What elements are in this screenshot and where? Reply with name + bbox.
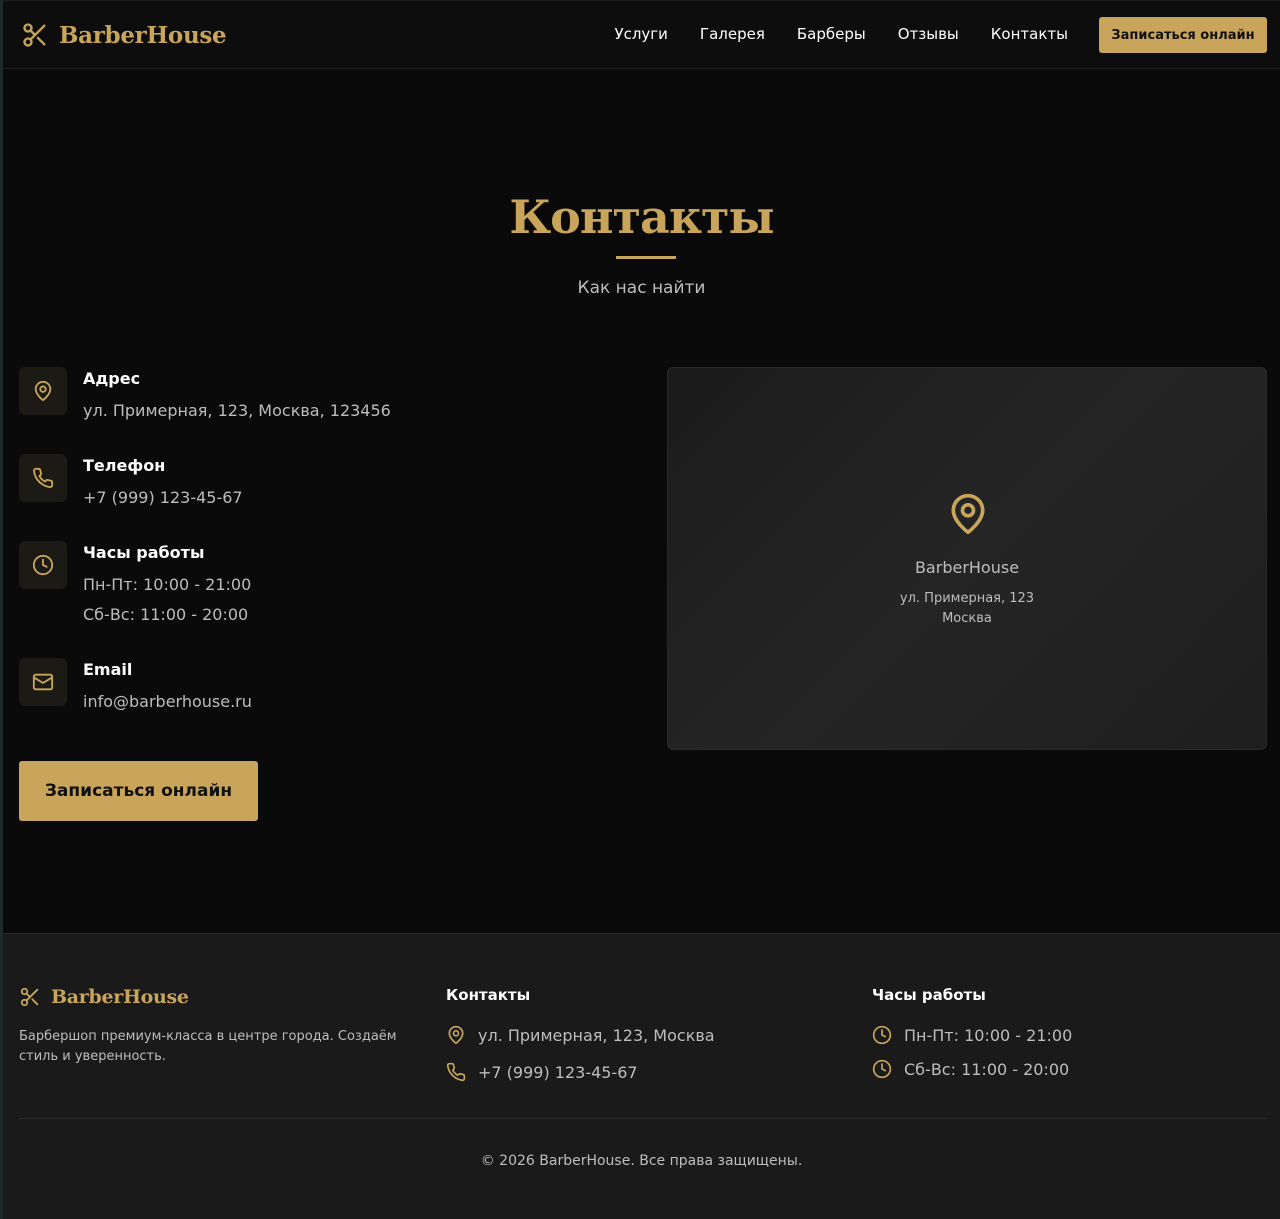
footer-logo-text: BarberHouse bbox=[51, 986, 189, 1008]
footer-phone-row: +7 (999) 123-45-67 bbox=[446, 1061, 715, 1083]
footer-contacts-title: Контакты bbox=[446, 986, 531, 1004]
footer-address: ул. Примерная, 123, Москва bbox=[478, 1025, 715, 1045]
email-value[interactable]: info@barberhouse.ru bbox=[83, 687, 252, 717]
map-address: ул. Примерная, 123 Москва bbox=[668, 589, 1266, 629]
footer-logo[interactable]: BarberHouse bbox=[19, 986, 189, 1008]
map-city: Москва bbox=[942, 611, 992, 626]
footer-address-row: ул. Примерная, 123, Москва bbox=[446, 1024, 715, 1046]
map-business-name: BarberHouse bbox=[914, 558, 1020, 577]
phone-icon bbox=[446, 1062, 466, 1082]
footer-hours-title: Часы работы bbox=[872, 986, 986, 1004]
scissors-icon bbox=[20, 987, 39, 1007]
map-pin-icon bbox=[951, 493, 985, 535]
footer-weekdays-row: Пн-Пт: 10:00 - 21:00 bbox=[872, 1024, 1072, 1046]
main-nav: Услуги Галерея Барберы Отзывы Контакты bbox=[614, 25, 1068, 43]
phone-label: Телефон bbox=[83, 456, 166, 475]
copyright: © 2026 BarberHouse. Все права защищены. bbox=[480, 1153, 803, 1169]
contact-address: Адрес ул. Примерная, 123, Москва, 123456 bbox=[19, 367, 391, 426]
contact-email: Email info@barberhouse.ru bbox=[19, 658, 252, 717]
book-online-header-button[interactable]: Записаться онлайн bbox=[1099, 17, 1267, 53]
footer-divider bbox=[19, 1118, 1267, 1119]
footer-weekdays: Пн-Пт: 10:00 - 21:00 bbox=[904, 1025, 1073, 1045]
nav-item-reviews[interactable]: Отзывы bbox=[898, 25, 959, 43]
nav-item-gallery[interactable]: Галерея bbox=[700, 25, 765, 43]
address-label: Адрес bbox=[83, 369, 141, 388]
nav-item-contacts[interactable]: Контакты bbox=[991, 25, 1068, 43]
page-subtitle: Как нас найти bbox=[577, 278, 706, 298]
site-header: BarberHouse Услуги Галерея Барберы Отзыв… bbox=[3, 0, 1280, 69]
phone-icon-box bbox=[19, 454, 67, 502]
footer-description: Барбершоп премиум-класса в центре города… bbox=[19, 1029, 397, 1064]
site-footer: BarberHouse Барбершоп премиум-класса в ц… bbox=[3, 933, 1280, 1219]
hours-weekdays: Пн-Пт: 10:00 - 21:00 bbox=[83, 575, 252, 594]
footer-phone[interactable]: +7 (999) 123-45-67 bbox=[478, 1063, 638, 1082]
book-online-button[interactable]: Записаться онлайн bbox=[19, 761, 258, 821]
footer-hours: Часы работы Пн-Пт: 10:00 - 21:00 Сб-Вс: … bbox=[872, 986, 1072, 1080]
email-icon-box bbox=[19, 658, 67, 706]
map-placeholder[interactable]: BarberHouse ул. Примерная, 123 Москва bbox=[667, 367, 1267, 750]
nav-item-barbers[interactable]: Барберы bbox=[797, 25, 866, 43]
clock-icon bbox=[872, 1025, 892, 1045]
phone-icon bbox=[33, 467, 54, 489]
email-label: Email bbox=[83, 660, 133, 679]
mail-icon bbox=[32, 673, 54, 691]
footer-weekend-row: Сб-Вс: 11:00 - 20:00 bbox=[872, 1058, 1072, 1080]
nav-item-services[interactable]: Услуги bbox=[614, 25, 667, 43]
footer-contacts: Контакты ул. Примерная, 123, Москва +7 (… bbox=[446, 986, 715, 1083]
map-pin-icon bbox=[448, 1025, 464, 1045]
hours-label: Часы работы bbox=[83, 543, 205, 562]
address-value: ул. Примерная, 123, Москва, 123456 bbox=[83, 401, 391, 420]
footer-weekend: Сб-Вс: 11:00 - 20:00 bbox=[904, 1059, 1070, 1079]
logo[interactable]: BarberHouse bbox=[21, 21, 227, 49]
hours-icon-box bbox=[19, 541, 67, 589]
title-divider bbox=[616, 256, 676, 259]
contact-phone: Телефон +7 (999) 123-45-67 bbox=[19, 454, 243, 513]
hours-weekend: Сб-Вс: 11:00 - 20:00 bbox=[83, 605, 249, 624]
logo-text: BarberHouse bbox=[59, 21, 227, 49]
scissors-icon bbox=[23, 23, 46, 47]
clock-icon bbox=[32, 554, 54, 576]
phone-value[interactable]: +7 (999) 123-45-67 bbox=[83, 483, 243, 513]
clock-icon bbox=[872, 1059, 892, 1079]
map-street: ул. Примерная, 123 bbox=[899, 591, 1035, 606]
page-title: Контакты bbox=[509, 190, 774, 244]
map-pin-icon bbox=[34, 380, 52, 402]
address-icon-box bbox=[19, 367, 67, 415]
contact-hours: Часы работы Пн-Пт: 10:00 - 21:00 Сб-Вс: … bbox=[19, 541, 251, 630]
